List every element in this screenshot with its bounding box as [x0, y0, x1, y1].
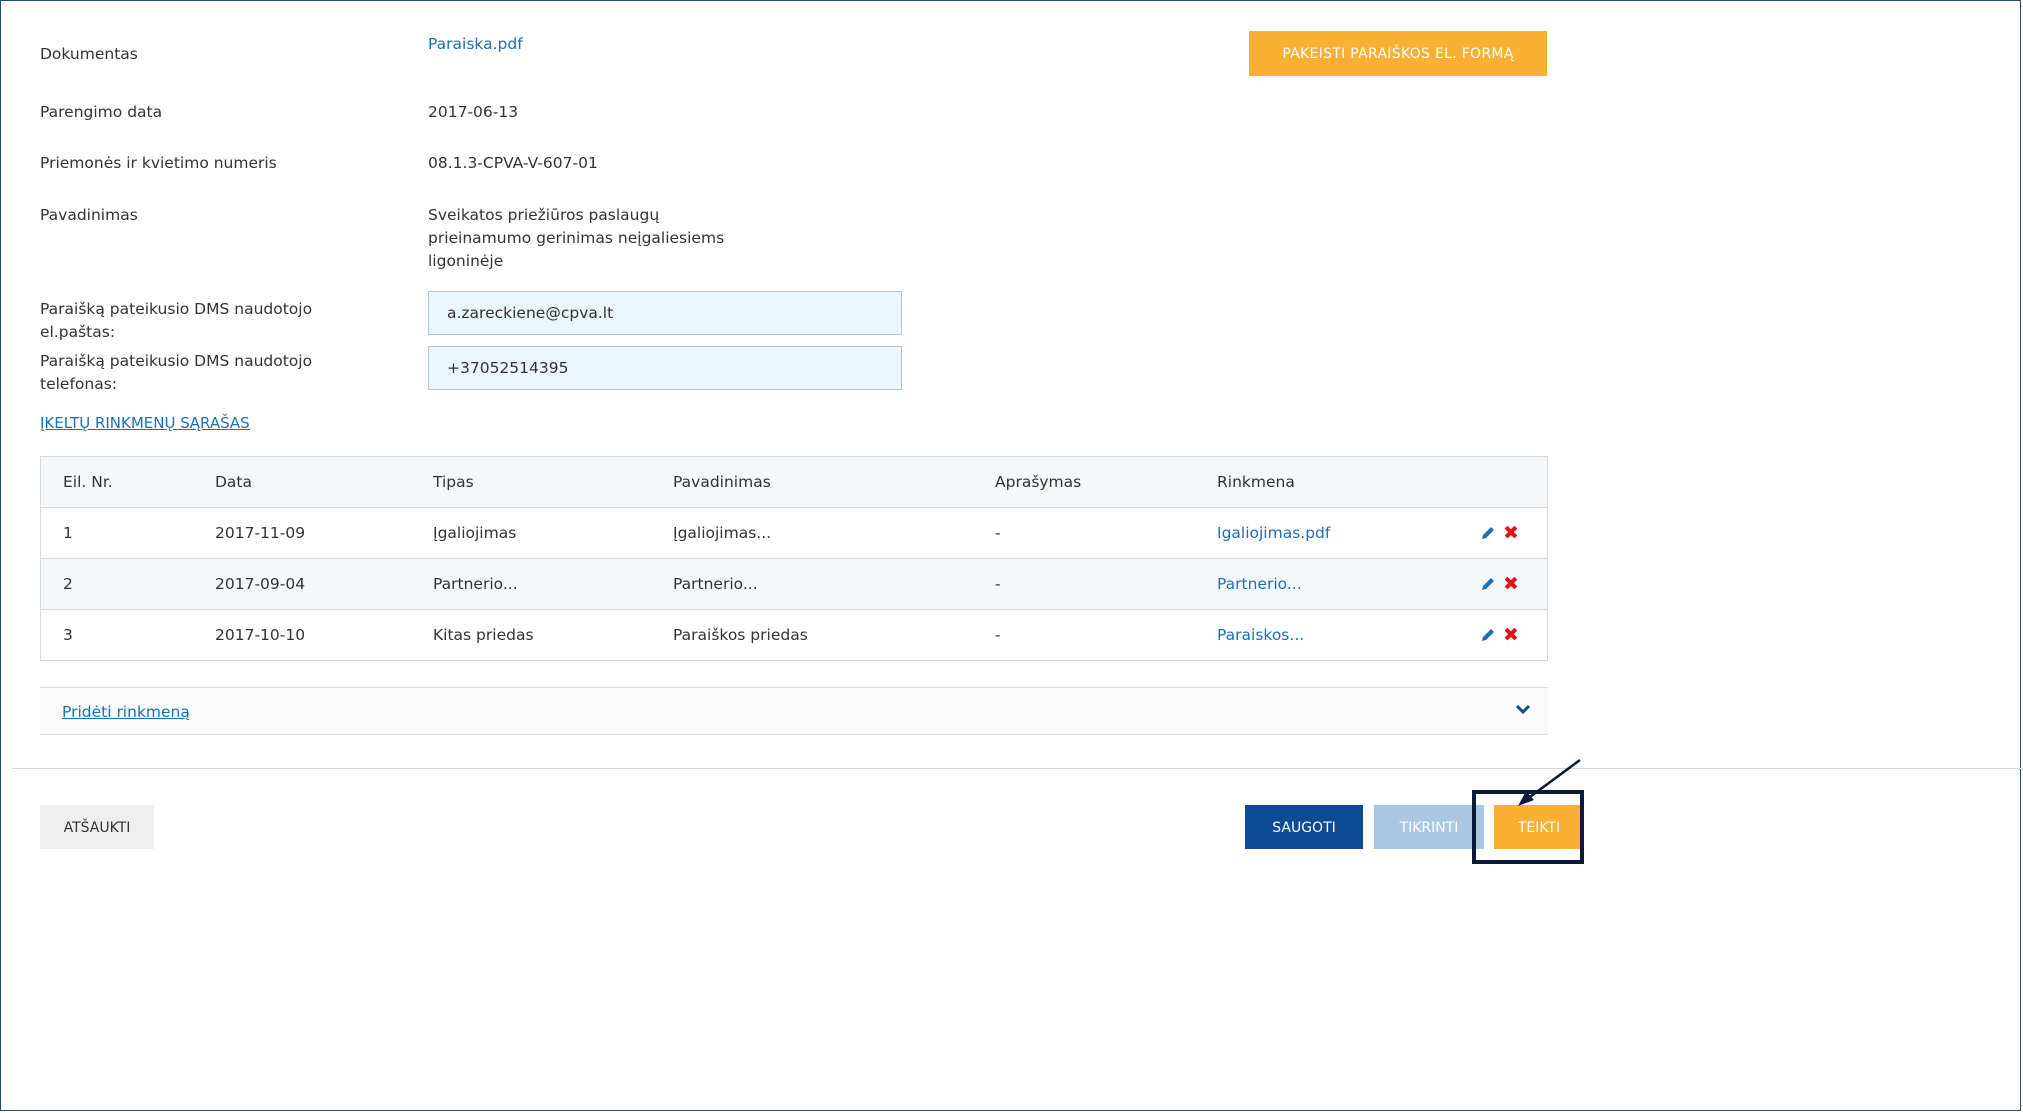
measure-label: Priemonės ir kvietimo numeris — [40, 154, 277, 172]
phone-label-line: Paraišką pateikusio DMS naudotojo — [40, 352, 313, 370]
email-label-line: el.paštas: — [40, 323, 116, 341]
name-value: Sveikatos priežiūros paslaugų prieinamum… — [428, 204, 724, 273]
document-label: Dokumentas — [40, 45, 138, 63]
cell-no: 2 — [40, 558, 193, 610]
file-link[interactable]: Partnerio... — [1217, 575, 1302, 593]
table-row: 2 2017-09-04 Partnerio... Partnerio... -… — [40, 558, 1548, 610]
pencil-icon[interactable] — [1479, 575, 1497, 593]
table-header-row: Eil. Nr. Data Tipas Pavadinimas Aprašyma… — [40, 456, 1548, 508]
cell-date: 2017-10-10 — [193, 609, 411, 661]
document-link[interactable]: Paraiska.pdf — [428, 33, 523, 56]
email-field[interactable] — [428, 291, 902, 335]
cell-actions: ✖ — [1457, 609, 1548, 661]
chevron-down-icon[interactable] — [1514, 700, 1532, 718]
cell-date: 2017-11-09 — [193, 507, 411, 559]
cell-description: - — [973, 558, 1195, 610]
cell-type: Įgaliojimas — [411, 507, 651, 559]
name-label: Pavadinimas — [40, 206, 138, 224]
date-value: 2017-06-13 — [428, 103, 519, 121]
header-file: Rinkmena — [1195, 456, 1457, 508]
cell-description: - — [973, 507, 1195, 559]
measure-value: 08.1.3-CPVA-V-607-01 — [428, 154, 598, 172]
phone-field[interactable] — [428, 346, 902, 390]
header-no: Eil. Nr. — [40, 456, 193, 508]
date-label: Parengimo data — [40, 103, 163, 121]
cell-actions: ✖ — [1457, 558, 1548, 610]
cell-no: 1 — [40, 507, 193, 559]
cell-description: - — [973, 609, 1195, 661]
name-line: Sveikatos priežiūros paslaugų — [428, 206, 660, 224]
annotation-arrow-icon — [1518, 758, 1581, 806]
file-link[interactable]: Igaliojimas.pdf — [1217, 524, 1330, 542]
submit-button[interactable]: TEIKTI — [1494, 805, 1584, 849]
phone-label-line: telefonas: — [40, 375, 118, 393]
pencil-icon[interactable] — [1479, 524, 1497, 542]
pencil-icon[interactable] — [1479, 626, 1497, 644]
email-label: Paraišką pateikusio DMS naudotojo el.paš… — [40, 298, 312, 344]
check-button[interactable]: TIKRINTI — [1374, 805, 1484, 849]
header-type: Tipas — [411, 456, 651, 508]
cell-name: Paraiškos priedas — [651, 609, 973, 661]
phone-label: Paraišką pateikusio DMS naudotojo telefo… — [40, 350, 312, 396]
name-line: prieinamumo gerinimas neįgaliesiems — [428, 229, 725, 247]
cell-file: Igaliojimas.pdf — [1195, 507, 1457, 559]
files-section-title[interactable]: ĮKELTŲ RINKMENŲ SĄRAŠAS — [40, 414, 250, 432]
cell-file: Paraiskos... — [1195, 609, 1457, 661]
files-table: Eil. Nr. Data Tipas Pavadinimas Aprašyma… — [40, 456, 1548, 661]
cell-name: Partnerio... — [651, 558, 973, 610]
cell-name: Įgaliojimas... — [651, 507, 973, 559]
email-label-line: Paraišką pateikusio DMS naudotojo — [40, 300, 313, 318]
add-file-label[interactable]: Pridėti rinkmeną — [62, 703, 190, 721]
delete-icon[interactable]: ✖ — [1503, 626, 1519, 645]
header-name: Pavadinimas — [651, 456, 973, 508]
table-row: 3 2017-10-10 Kitas priedas Paraiškos pri… — [40, 609, 1548, 661]
file-link[interactable]: Paraiskos... — [1217, 626, 1304, 644]
table-row: 1 2017-11-09 Įgaliojimas Įgaliojimas... … — [40, 507, 1548, 559]
add-file-accordion[interactable]: Pridėti rinkmeną — [40, 687, 1548, 735]
delete-icon[interactable]: ✖ — [1503, 524, 1519, 543]
header-description: Aprašymas — [973, 456, 1195, 508]
save-button[interactable]: SAUGOTI — [1245, 805, 1363, 849]
cell-type: Partnerio... — [411, 558, 651, 610]
header-date: Data — [193, 456, 411, 508]
row-actions: ✖ — [1479, 575, 1547, 594]
row-actions: ✖ — [1479, 626, 1547, 645]
delete-icon[interactable]: ✖ — [1503, 575, 1519, 594]
row-actions: ✖ — [1479, 524, 1547, 543]
header-actions — [1457, 456, 1548, 508]
cell-type: Kitas priedas — [411, 609, 651, 661]
cell-actions: ✖ — [1457, 507, 1548, 559]
cell-no: 3 — [40, 609, 193, 661]
name-line: ligoninėje — [428, 252, 504, 270]
cell-file: Partnerio... — [1195, 558, 1457, 610]
cancel-button[interactable]: ATŠAUKTI — [40, 805, 154, 849]
change-form-button[interactable]: PAKEISTI PARAIŠKOS EL. FORMĄ — [1249, 31, 1547, 76]
cell-date: 2017-09-04 — [193, 558, 411, 610]
